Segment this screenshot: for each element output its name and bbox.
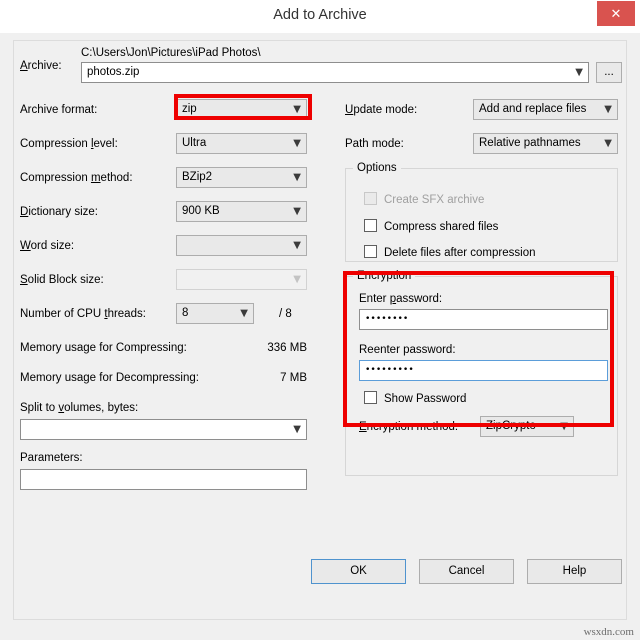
enter-password-label: Enter password: <box>359 292 442 306</box>
compress-shared-files-label: Compress shared files <box>384 220 498 234</box>
chevron-down-icon: ▼ <box>293 134 301 153</box>
compression-level-label: Compression level: <box>20 137 118 151</box>
chevron-down-icon: ▼ <box>575 63 583 82</box>
memory-compressing-value: 336 MB <box>251 341 307 355</box>
compression-level-select[interactable]: Ultra ▼ <box>176 133 307 154</box>
encryption-group-title: Encryption <box>353 270 415 282</box>
update-mode-label: Update mode: <box>345 103 417 117</box>
add-to-archive-dialog: Add to Archive ✕ Archive: C:\Users\Jon\P… <box>0 0 640 640</box>
compression-level-value: Ultra <box>182 137 206 149</box>
archive-format-value: zip <box>182 103 197 115</box>
chevron-down-icon: ▼ <box>240 304 248 323</box>
dialog-title: Add to Archive <box>0 0 640 30</box>
compress-shared-files-checkbox[interactable] <box>364 219 377 232</box>
chevron-down-icon: ▼ <box>293 236 301 255</box>
path-mode-value: Relative pathnames <box>479 137 581 149</box>
compression-method-label: Compression method: <box>20 171 133 185</box>
word-size-select[interactable]: ▼ <box>176 235 307 256</box>
compression-method-select[interactable]: BZip2 ▼ <box>176 167 307 188</box>
close-icon[interactable]: ✕ <box>597 1 635 26</box>
watermark: wsxdn.com <box>584 626 634 638</box>
archive-format-select[interactable]: zip ▼ <box>176 99 307 120</box>
chevron-down-icon: ▼ <box>604 134 612 153</box>
update-mode-select[interactable]: Add and replace files ▼ <box>473 99 618 120</box>
create-sfx-label: Create SFX archive <box>384 193 484 207</box>
cpu-threads-value: 8 <box>182 307 188 319</box>
memory-decompressing-label: Memory usage for Decompressing: <box>20 371 199 385</box>
parameters-input[interactable] <box>20 469 307 490</box>
dictionary-size-label: Dictionary size: <box>20 205 98 219</box>
encryption-method-value: ZipCrypto <box>486 420 536 432</box>
archive-label: Archive: <box>20 59 62 73</box>
title-bar: Add to Archive ✕ <box>0 0 640 33</box>
dialog-body: Archive: C:\Users\Jon\Pictures\iPad Phot… <box>13 40 627 620</box>
delete-files-after-compression-checkbox[interactable] <box>364 245 377 258</box>
create-sfx-checkbox <box>364 192 377 205</box>
word-size-label: Word size: <box>20 239 74 253</box>
chevron-down-icon: ▼ <box>293 100 301 119</box>
encryption-method-select[interactable]: ZipCrypto ▼ <box>480 416 574 437</box>
memory-compressing-label: Memory usage for Compressing: <box>20 341 187 355</box>
encryption-method-label: Encryption method: <box>359 420 458 434</box>
parameters-label: Parameters: <box>20 451 83 465</box>
split-volumes-label: Split to volumes, bytes: <box>20 401 138 415</box>
chevron-down-icon: ▼ <box>560 417 568 436</box>
archive-format-label: Archive format: <box>20 103 97 117</box>
reenter-password-value: ••••••••• <box>365 365 414 375</box>
solid-block-size-select: ▼ <box>176 269 307 290</box>
chevron-down-icon: ▼ <box>604 100 612 119</box>
cancel-button[interactable]: Cancel <box>419 559 514 584</box>
chevron-down-icon: ▼ <box>293 270 301 289</box>
show-password-checkbox[interactable] <box>364 391 377 404</box>
delete-files-after-compression-label: Delete files after compression <box>384 246 535 260</box>
cpu-threads-max: / 8 <box>279 307 292 321</box>
path-mode-label: Path mode: <box>345 137 404 151</box>
browse-button[interactable]: ... <box>596 62 622 83</box>
chevron-down-icon: ▼ <box>293 168 301 187</box>
chevron-down-icon: ▼ <box>293 420 301 439</box>
solid-block-size-label: Solid Block size: <box>20 273 104 287</box>
dictionary-size-select[interactable]: 900 KB ▼ <box>176 201 307 222</box>
cpu-threads-select[interactable]: 8 ▼ <box>176 303 254 324</box>
archive-name-input[interactable]: photos.zip ▼ <box>81 62 589 83</box>
memory-decompressing-value: 7 MB <box>251 371 307 385</box>
archive-path-text: C:\Users\Jon\Pictures\iPad Photos\ <box>81 46 261 60</box>
chevron-down-icon: ▼ <box>293 202 301 221</box>
cpu-threads-label: Number of CPU threads: <box>20 307 146 321</box>
help-button[interactable]: Help <box>527 559 622 584</box>
enter-password-input[interactable]: •••••••• <box>359 309 608 330</box>
ok-button[interactable]: OK <box>311 559 406 584</box>
show-password-label: Show Password <box>384 392 466 406</box>
reenter-password-input[interactable]: ••••••••• <box>359 360 608 381</box>
enter-password-value: •••••••• <box>365 314 408 324</box>
reenter-password-label: Reenter password: <box>359 343 456 357</box>
path-mode-select[interactable]: Relative pathnames ▼ <box>473 133 618 154</box>
split-volumes-input[interactable]: ▼ <box>20 419 307 440</box>
options-group-title: Options <box>353 162 401 174</box>
compression-method-value: BZip2 <box>182 171 212 183</box>
archive-name-value: photos.zip <box>87 66 139 78</box>
update-mode-value: Add and replace files <box>479 103 586 115</box>
dictionary-size-value: 900 KB <box>182 205 220 217</box>
